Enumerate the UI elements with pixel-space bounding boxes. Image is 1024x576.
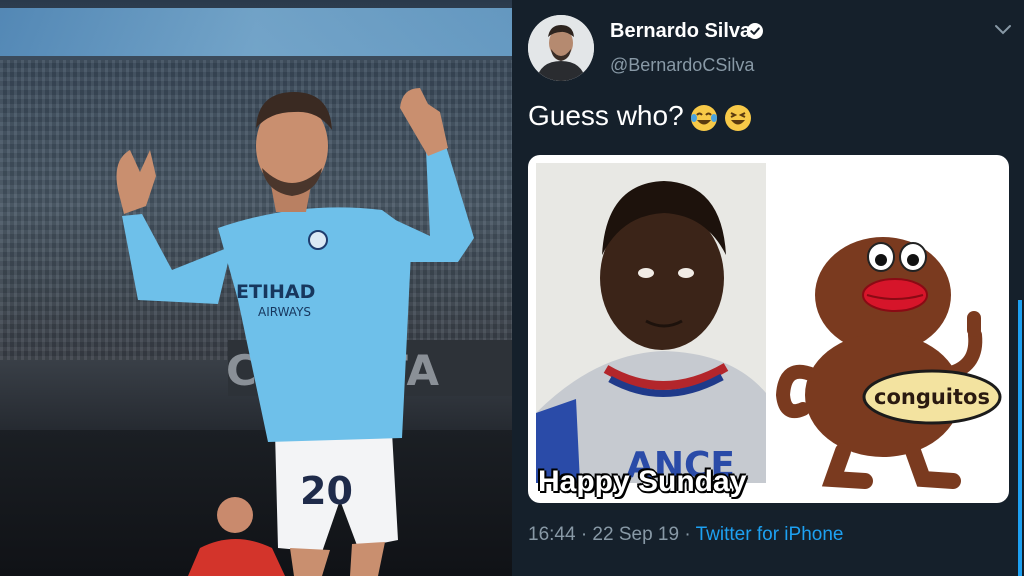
author-name[interactable]: Bernardo Silva — [610, 20, 751, 43]
grinning-squinting-face-icon — [725, 105, 751, 131]
child-figure: ANCE — [536, 163, 766, 483]
author-handle[interactable]: @BernardoCSilva — [610, 55, 754, 76]
conguitos-label: conguitos — [874, 385, 990, 409]
tweet-text: Guess who? — [528, 100, 684, 131]
avatar[interactable] — [528, 15, 594, 81]
verified-badge-icon — [747, 23, 763, 39]
tweet-source-link[interactable]: Twitter for iPhone — [696, 524, 844, 545]
media-caption: Happy Sunday — [538, 465, 747, 498]
conguitos-mascot — [775, 237, 983, 489]
sponsor-line2: AIRWAYS — [258, 305, 311, 319]
conguitos-logo: conguitos — [862, 369, 1002, 425]
player-photo: CAD STA ETIHAD AIRWAYS 20 — [0, 0, 512, 576]
chevron-down-icon[interactable] — [994, 24, 1012, 36]
meta-separator: · — [679, 524, 696, 545]
scrollbar[interactable] — [1018, 300, 1022, 576]
avatar-image — [528, 15, 594, 81]
tweet-meta: 16:44 · 22 Sep 19 · Twitter for iPhone — [528, 524, 843, 546]
face-with-tears-of-joy-icon — [691, 105, 717, 131]
shirt-number: 20 — [300, 469, 353, 513]
tweet-timestamp[interactable]: 16:44 · 22 Sep 19 — [528, 524, 679, 545]
tweet-media[interactable]: ANCE Happy Sunday conguitos — [528, 155, 1009, 503]
player-figure: ETIHAD AIRWAYS 20 — [116, 88, 474, 576]
sponsor-line1: ETIHAD — [236, 281, 315, 303]
childhood-photo: ANCE — [536, 163, 766, 483]
